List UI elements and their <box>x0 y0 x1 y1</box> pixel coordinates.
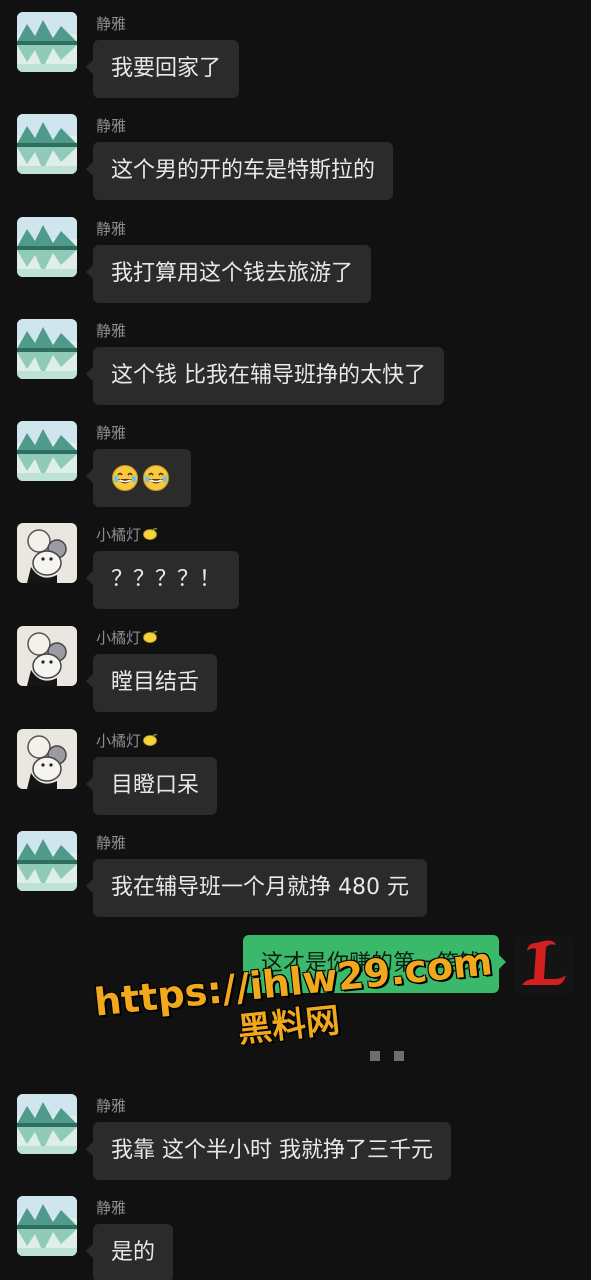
avatar[interactable] <box>17 1196 77 1256</box>
sender-name: 静雅 <box>96 1199 127 1217</box>
avatar[interactable] <box>17 421 77 481</box>
sender-name: 小橘灯 <box>96 628 158 648</box>
avatar[interactable] <box>17 523 77 583</box>
message-bubble[interactable] <box>86 449 191 507</box>
lake-icon <box>17 217 77 277</box>
message-bubble[interactable]: 这个钱 比我在辅导班挣的太快了 <box>86 347 444 405</box>
avatar[interactable] <box>17 319 77 379</box>
laughing-crying-face-icon <box>111 464 139 492</box>
avatar[interactable] <box>17 114 77 174</box>
lake-icon <box>17 1094 77 1154</box>
avatar[interactable] <box>514 935 574 995</box>
lake-icon <box>17 1196 77 1256</box>
sender-name: 静雅 <box>96 834 127 852</box>
sender-name: 静雅 <box>96 15 127 33</box>
sender-name: 小橘灯 <box>96 731 158 751</box>
lake-icon <box>17 831 77 891</box>
message-bubble[interactable]: ？？？？！ <box>85 551 240 609</box>
sender-name: 静雅 <box>96 220 127 238</box>
avatar[interactable] <box>17 626 77 686</box>
laughing-crying-face-icon <box>142 464 170 492</box>
cartoon-mouse-icon <box>17 523 77 583</box>
avatar[interactable] <box>17 1094 77 1154</box>
cartoon-mouse-icon <box>17 729 77 789</box>
lake-icon <box>17 114 77 174</box>
message-bubble[interactable]: 我打算用这个钱去旅游了 <box>85 245 372 303</box>
lake-icon <box>17 421 77 481</box>
sender-name: 静雅 <box>96 424 127 442</box>
sender-name: 静雅 <box>96 1097 127 1115</box>
message-bubble[interactable]: 瞠目结舌 <box>85 654 218 712</box>
avatar[interactable] <box>17 729 77 789</box>
dot <box>394 1051 404 1061</box>
chat-window: 静雅 我要回家了 静雅 这个男的开的车是特斯拉的 静雅 我打算用这个钱去旅游了 … <box>0 0 591 1280</box>
message-bubble[interactable]: 目瞪口呆 <box>85 757 218 815</box>
sender-name: 静雅 <box>96 322 127 340</box>
avatar[interactable] <box>17 831 77 891</box>
sender-name: 静雅 <box>96 117 127 135</box>
lake-icon <box>17 319 77 379</box>
lake-icon <box>17 12 77 72</box>
avatar[interactable] <box>17 217 77 277</box>
message-bubble[interactable]: 是的 <box>85 1224 174 1280</box>
lemon-icon <box>142 629 158 645</box>
message-bubble[interactable]: 我靠 这个半小时 我就挣了三千元 <box>86 1122 451 1180</box>
lemon-icon <box>142 526 158 542</box>
avatar[interactable] <box>17 12 77 72</box>
lemon-icon <box>142 732 158 748</box>
message-bubble[interactable]: 我要回家了 <box>85 40 240 98</box>
gothic-L-icon <box>514 935 574 995</box>
message-bubble[interactable]: 我在辅导班一个月就挣 480 元 <box>86 859 427 917</box>
cartoon-mouse-icon <box>17 626 77 686</box>
sender-name: 小橘灯 <box>96 525 158 545</box>
dot <box>370 1051 380 1061</box>
loading-dots <box>370 1046 418 1065</box>
message-bubble[interactable]: 这个男的开的车是特斯拉的 <box>85 142 394 200</box>
